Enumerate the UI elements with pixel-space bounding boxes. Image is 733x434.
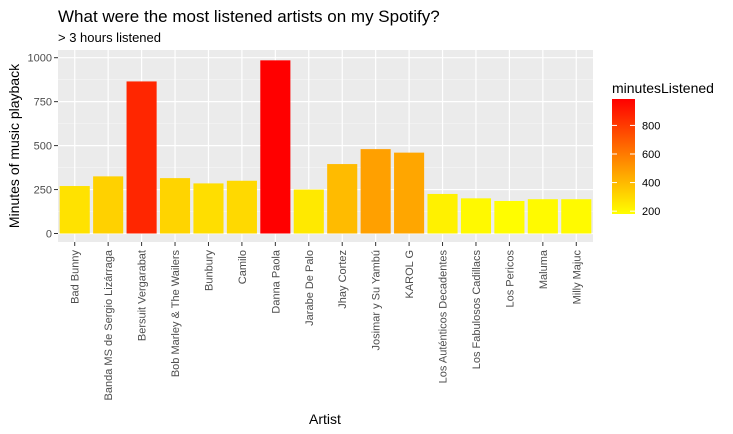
legend-tick-label: 400 bbox=[642, 178, 660, 190]
y-tick-label: 0 bbox=[46, 229, 52, 241]
x-tick-label: Los Fabulosos Cadillacs bbox=[471, 250, 483, 370]
legend-tick-label: 800 bbox=[642, 120, 660, 132]
x-axis-title: Artist bbox=[309, 411, 341, 427]
bar bbox=[427, 193, 458, 234]
x-tick-label: Bersuit Vergarabat bbox=[137, 250, 149, 341]
y-tick-label: 500 bbox=[34, 141, 52, 153]
x-tick-label: Josimar y Su Yambú bbox=[371, 250, 383, 350]
x-tick-label: Los Auténticos Decadentes bbox=[438, 250, 450, 384]
bar-chart: What were the most listened artists on m… bbox=[6, 7, 714, 427]
bar bbox=[327, 164, 358, 234]
x-tick-label: Banda MS de Sergio Lizárraga bbox=[103, 249, 115, 400]
x-tick-label: Camilo bbox=[237, 250, 249, 284]
bar bbox=[460, 198, 492, 234]
bar bbox=[293, 189, 324, 234]
x-tick-label: Bunbury bbox=[203, 250, 215, 291]
x-tick-label: Bob Marley & The Wailers bbox=[170, 250, 182, 378]
x-axis: Bad Bunny Banda MS de Sergio Lizárraga Ber… bbox=[70, 242, 583, 400]
chart-title: What were the most listened artists on m… bbox=[58, 7, 440, 26]
x-tick-label: Bad Bunny bbox=[70, 250, 82, 304]
legend-tick-label: 200 bbox=[642, 206, 660, 218]
legend: minutesListened 200 400 600 800 bbox=[612, 80, 714, 218]
bar bbox=[360, 149, 391, 234]
bar bbox=[93, 176, 124, 234]
x-tick-label: KAROL G bbox=[404, 250, 416, 299]
x-tick-label: Maluma bbox=[538, 249, 550, 289]
bar bbox=[226, 180, 257, 234]
x-tick-label: Jhay Cortez bbox=[337, 250, 349, 309]
x-tick-label: Milly Majuc bbox=[571, 250, 583, 305]
x-tick-label: Jarabe De Palo bbox=[304, 250, 316, 326]
chart-subtitle: > 3 hours listened bbox=[58, 30, 161, 45]
bar bbox=[59, 186, 90, 234]
bar bbox=[561, 199, 592, 234]
y-tick-label: 750 bbox=[34, 97, 52, 109]
bar bbox=[159, 178, 191, 234]
y-tick-label: 1000 bbox=[28, 53, 52, 65]
bar bbox=[394, 152, 425, 234]
x-tick-label: Los Pericos bbox=[504, 250, 516, 308]
y-axis: 0 250 500 750 1000 bbox=[28, 53, 58, 241]
bar bbox=[494, 200, 525, 234]
y-tick-label: 250 bbox=[34, 185, 52, 197]
legend-colorbar bbox=[612, 99, 635, 214]
x-tick-label: Danna Paola bbox=[270, 249, 282, 313]
bar bbox=[527, 199, 558, 234]
legend-title: minutesListened bbox=[612, 80, 714, 96]
bar bbox=[126, 81, 157, 234]
bar bbox=[260, 60, 291, 234]
y-axis-title: Minutes of music playback bbox=[6, 63, 22, 228]
legend-tick-label: 600 bbox=[642, 149, 660, 161]
bar bbox=[193, 183, 224, 234]
